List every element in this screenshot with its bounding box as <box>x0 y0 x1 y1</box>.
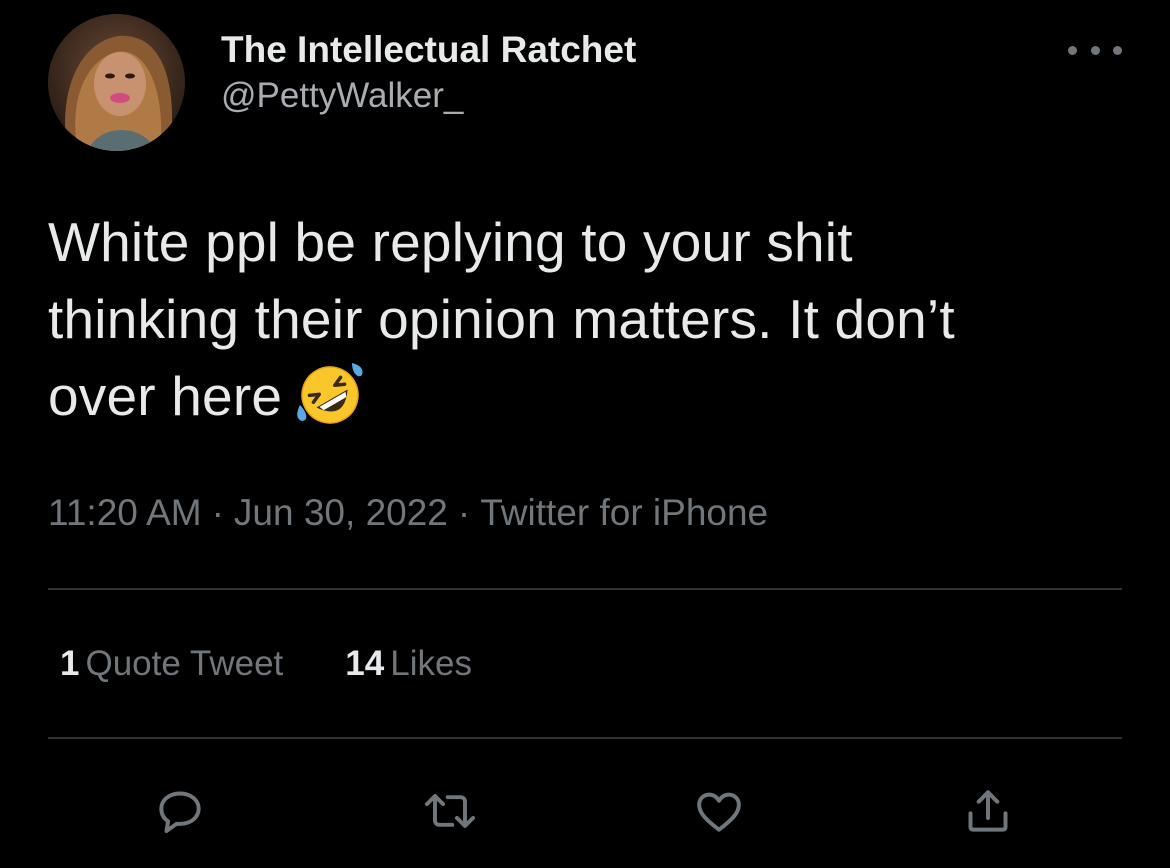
tweet-stats: 1 Quote Tweet 14 Likes <box>60 642 472 686</box>
heart-icon <box>697 792 741 832</box>
divider <box>48 737 1122 739</box>
tweet-date[interactable]: Jun 30, 2022 <box>234 492 448 533</box>
tweet-meta: 11:20 AM · Jun 30, 2022 · Twitter for iPhone <box>48 490 768 536</box>
share-icon <box>968 790 1008 832</box>
tweet-detail: The Intellectual Ratchet @PettyWalker_ W… <box>0 0 1170 868</box>
like-label: Likes <box>390 644 472 683</box>
avatar[interactable] <box>48 14 185 151</box>
like-count: 14 <box>345 644 385 683</box>
more-dot <box>1068 45 1077 55</box>
share-button[interactable] <box>953 776 1023 846</box>
reply-button[interactable] <box>145 776 215 846</box>
tweet-time[interactable]: 11:20 AM <box>48 492 202 533</box>
more-dot <box>1090 45 1100 55</box>
tweet-source[interactable]: Twitter for iPhone <box>480 492 768 533</box>
divider <box>48 588 1122 590</box>
quote-tweet-label: Quote Tweet <box>85 644 284 683</box>
quote-tweet-count: 1 <box>60 644 80 683</box>
more-dot <box>1113 45 1122 55</box>
retweet-icon <box>424 794 476 828</box>
author-display-name[interactable]: The Intellectual Ratchet <box>221 28 636 72</box>
tweet-text-container: White ppl be replying to your shit think… <box>48 204 1058 435</box>
meta-separator: · <box>457 492 471 533</box>
author-handle[interactable]: @PettyWalker_ <box>221 74 636 118</box>
tweet-header: The Intellectual Ratchet @PettyWalker_ <box>48 14 1122 154</box>
more-options-icon[interactable] <box>1068 38 1122 62</box>
retweet-button[interactable] <box>415 776 485 846</box>
likes-stat[interactable]: 14 Likes <box>345 642 472 686</box>
tweet-text: White ppl be replying to your shit think… <box>48 211 955 427</box>
tweet-actions <box>0 776 1170 846</box>
meta-separator: · <box>211 492 224 533</box>
rolling-laughing-emoji-icon <box>290 359 370 427</box>
speech-bubble-icon <box>159 791 201 834</box>
avatar-photo <box>48 14 185 151</box>
quote-tweets-stat[interactable]: 1 Quote Tweet <box>60 642 283 686</box>
author-names[interactable]: The Intellectual Ratchet @PettyWalker_ <box>221 28 636 118</box>
like-button[interactable] <box>684 776 754 846</box>
